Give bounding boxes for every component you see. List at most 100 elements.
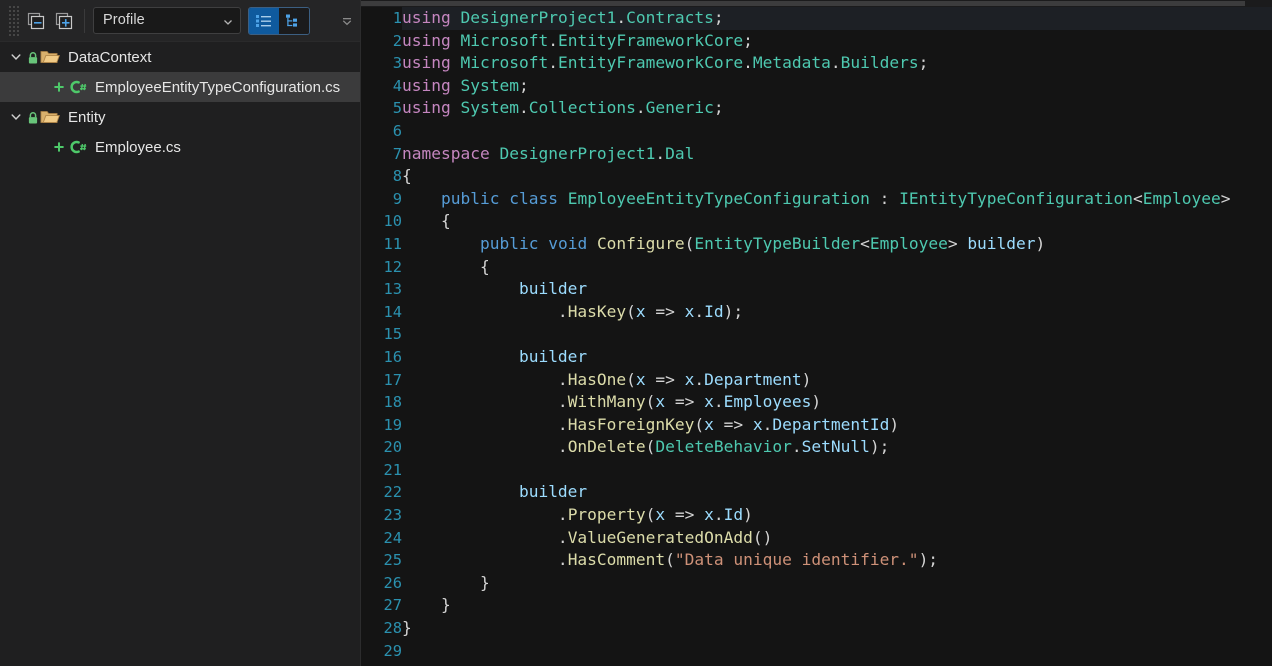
code-line[interactable]: 5 using System.Collections.Generic; bbox=[361, 97, 1272, 120]
tree-item-employee-cs[interactable]: Employee.cs bbox=[0, 132, 360, 162]
code-line[interactable]: 25 .HasComment("Data unique identifier."… bbox=[361, 549, 1272, 572]
code-line-text: using Microsoft.EntityFrameworkCore.Meta… bbox=[402, 53, 929, 73]
code-line[interactable]: 24 .ValueGeneratedOnAdd() bbox=[361, 527, 1272, 550]
tree-item-employeeentitytypeconfiguration-cs[interactable]: EmployeeEntityTypeConfiguration.cs bbox=[0, 72, 360, 102]
folder-open-icon bbox=[39, 48, 61, 66]
code-lines[interactable]: 1 using DesignerProject1.Contracts; 2 using… bbox=[361, 7, 1272, 666]
line-number: 5 bbox=[392, 99, 402, 118]
line-number: 2 bbox=[392, 31, 402, 50]
code-line-text: .HasOne(x => x.Department) bbox=[402, 369, 812, 389]
code-line-text: { bbox=[479, 256, 490, 276]
line-number: 16 bbox=[383, 347, 402, 366]
folder-open-icon bbox=[39, 108, 61, 126]
line-number: 4 bbox=[392, 76, 402, 95]
lock-icon bbox=[26, 109, 39, 125]
csharp-file-icon bbox=[68, 139, 88, 155]
code-line[interactable]: 14 .HasKey(x => x.Id); bbox=[361, 301, 1272, 324]
tree-item-label: EmployeeEntityTypeConfiguration.cs bbox=[95, 78, 341, 96]
line-number: 17 bbox=[383, 370, 402, 389]
code-line[interactable]: 21 bbox=[361, 459, 1272, 482]
code-line-text: .HasComment("Data unique identifier."); bbox=[402, 550, 939, 570]
code-line[interactable]: 22 builder bbox=[361, 481, 1272, 504]
code-line[interactable]: 7 namespace DesignerProject1.Dal bbox=[361, 143, 1272, 166]
line-number: 10 bbox=[383, 212, 402, 231]
code-line[interactable]: 2 using Microsoft.EntityFrameworkCore; bbox=[361, 30, 1272, 53]
code-line-text: } bbox=[440, 595, 451, 615]
code-line-text: } bbox=[479, 572, 490, 592]
code-line-text: { bbox=[440, 211, 451, 231]
profile-dropdown[interactable]: Profile bbox=[93, 7, 241, 34]
code-line[interactable]: 28} bbox=[361, 617, 1272, 640]
code-line[interactable]: 18 .WithMany(x => x.Employees) bbox=[361, 391, 1272, 414]
line-number: 25 bbox=[383, 551, 402, 570]
code-line[interactable]: 13 builder bbox=[361, 278, 1272, 301]
line-number: 15 bbox=[383, 325, 402, 344]
code-editor[interactable]: 1 using DesignerProject1.Contracts; 2 using… bbox=[361, 0, 1272, 666]
code-line[interactable]: 19 .HasForeignKey(x => x.DepartmentId) bbox=[361, 414, 1272, 437]
toolbar-drag-handle[interactable] bbox=[8, 4, 20, 37]
code-line[interactable]: 29 bbox=[361, 640, 1272, 663]
line-number: 26 bbox=[383, 573, 402, 592]
code-line[interactable]: 1 using DesignerProject1.Contracts; bbox=[361, 7, 1272, 30]
tree-view-icon[interactable] bbox=[279, 7, 309, 34]
code-line[interactable]: 12 { bbox=[361, 256, 1272, 279]
profile-dropdown-value: Profile bbox=[103, 12, 145, 29]
tree-item-datacontext[interactable]: DataContext bbox=[0, 42, 360, 72]
list-view-icon[interactable] bbox=[249, 7, 279, 34]
toolbar-separator bbox=[84, 8, 85, 33]
code-line[interactable]: 8{ bbox=[361, 165, 1272, 188]
code-line-text: .HasForeignKey(x => x.DepartmentId) bbox=[402, 414, 900, 434]
line-number: 14 bbox=[383, 302, 402, 321]
code-line-text: public void Configure(EntityTypeBuilder<… bbox=[479, 233, 1046, 253]
code-line-text: .WithMany(x => x.Employees) bbox=[402, 392, 822, 412]
code-line[interactable]: 23 .Property(x => x.Id) bbox=[361, 504, 1272, 527]
code-line[interactable]: 10 { bbox=[361, 210, 1272, 233]
line-number: 24 bbox=[383, 528, 402, 547]
scrollbar-thumb[interactable] bbox=[361, 1, 1245, 6]
code-line[interactable]: 16 builder bbox=[361, 346, 1272, 369]
code-line-text: builder bbox=[518, 482, 588, 502]
line-number: 29 bbox=[383, 641, 402, 660]
code-line-text: .ValueGeneratedOnAdd() bbox=[402, 527, 773, 547]
code-line[interactable]: 27 } bbox=[361, 594, 1272, 617]
app-window: Profile DataContext EmployeeEntityTypeCo… bbox=[0, 0, 1272, 666]
collapse-all-icon[interactable] bbox=[23, 8, 49, 34]
line-number: 9 bbox=[392, 189, 402, 208]
chevron-down-icon[interactable] bbox=[6, 107, 26, 127]
solution-tree: DataContext EmployeeEntityTypeConfigurati… bbox=[0, 42, 360, 162]
tree-toolbar: Profile bbox=[0, 0, 360, 42]
code-line[interactable]: 20 .OnDelete(DeleteBehavior.SetNull); bbox=[361, 436, 1272, 459]
code-line[interactable]: 4 using System; bbox=[361, 75, 1272, 98]
code-line[interactable]: 3 using Microsoft.EntityFrameworkCore.Met… bbox=[361, 52, 1272, 75]
code-line[interactable]: 6 bbox=[361, 120, 1272, 143]
code-line-text: using DesignerProject1.Contracts; bbox=[402, 7, 1272, 30]
expand-all-icon[interactable] bbox=[51, 8, 77, 34]
line-number: 20 bbox=[383, 438, 402, 457]
line-number: 21 bbox=[383, 460, 402, 479]
chevron-down-icon bbox=[222, 15, 234, 27]
tree-item-label: Employee.cs bbox=[95, 138, 181, 156]
code-line-text: { bbox=[402, 166, 412, 186]
code-line[interactable]: 9 public class EmployeeEntityTypeConfigu… bbox=[361, 188, 1272, 211]
overflow-chevron-icon[interactable] bbox=[340, 14, 354, 28]
code-line[interactable]: 17 .HasOne(x => x.Department) bbox=[361, 369, 1272, 392]
editor-horizontal-scrollbar[interactable] bbox=[361, 0, 1272, 7]
line-number: 27 bbox=[383, 596, 402, 615]
tree-item-entity[interactable]: Entity bbox=[0, 102, 360, 132]
line-number: 19 bbox=[383, 415, 402, 434]
line-number: 3 bbox=[392, 54, 402, 73]
line-number: 6 bbox=[392, 121, 402, 140]
chevron-down-icon[interactable] bbox=[6, 47, 26, 67]
code-line[interactable]: 15 bbox=[361, 323, 1272, 346]
code-line-text: using System.Collections.Generic; bbox=[402, 98, 724, 118]
code-line[interactable]: 11 public void Configure(EntityTypeBuild… bbox=[361, 233, 1272, 256]
tree-item-label: DataContext bbox=[68, 48, 152, 66]
line-number: 18 bbox=[383, 393, 402, 412]
code-line[interactable]: 26 } bbox=[361, 572, 1272, 595]
code-line-text: using Microsoft.EntityFrameworkCore; bbox=[402, 30, 753, 50]
line-number: 7 bbox=[392, 144, 402, 163]
line-number: 23 bbox=[383, 506, 402, 525]
